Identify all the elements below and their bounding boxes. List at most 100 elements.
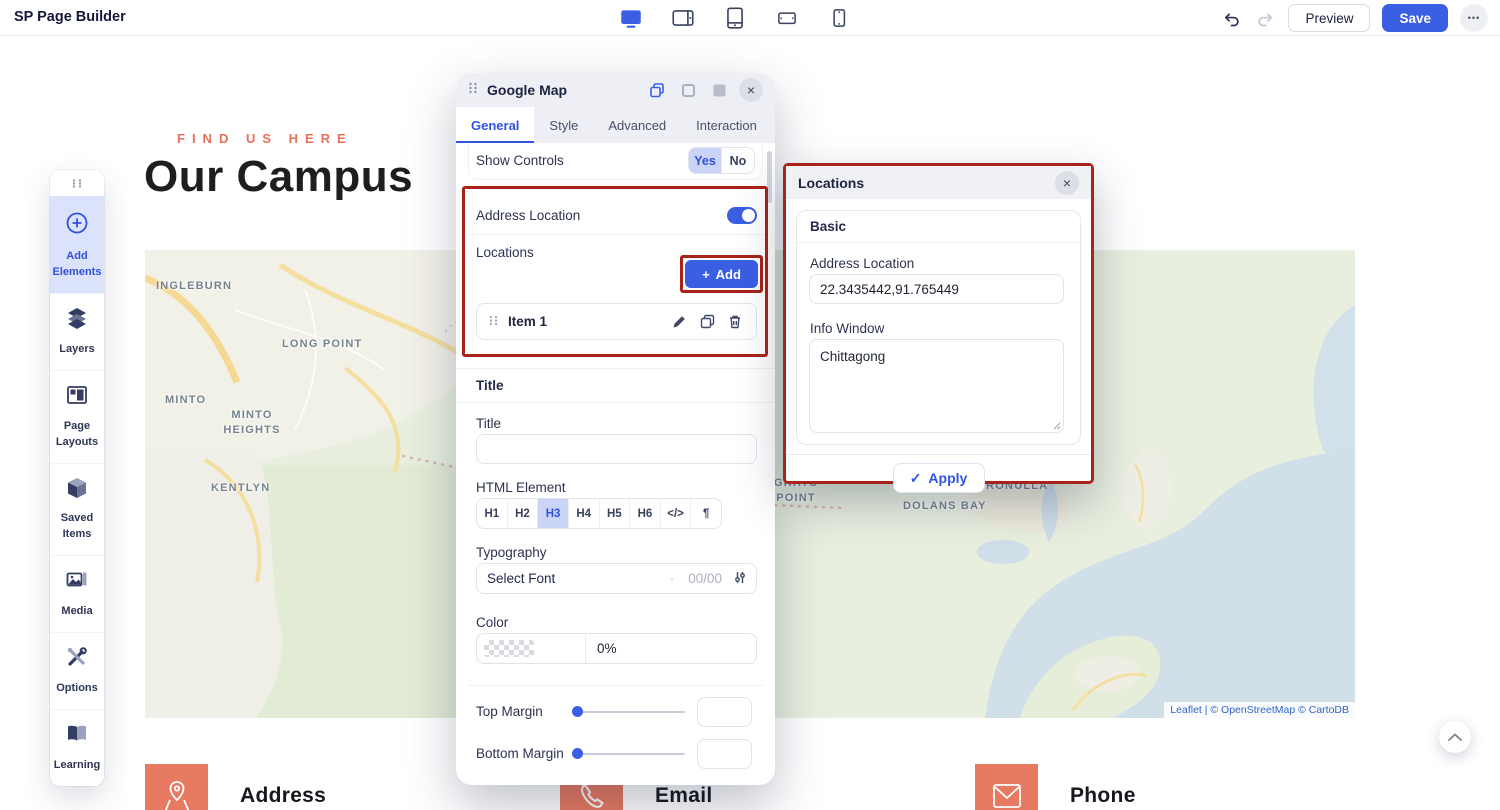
map-place-label: KENTLYN: [211, 482, 270, 494]
section-heading-title: Title: [476, 378, 504, 393]
add-location-button[interactable]: + Add: [685, 260, 758, 288]
sidebar-item-label: Saved Items: [52, 511, 102, 543]
envelope-icon: [975, 764, 1038, 810]
sidebar-item-label: Options: [56, 681, 98, 697]
sidebar-item-add-elements[interactable]: Add Elements: [50, 196, 104, 293]
typography-label: Typography: [476, 545, 547, 560]
scroll-to-top-button[interactable]: [1439, 721, 1471, 753]
modal-scrollbar[interactable]: [767, 151, 772, 203]
info-window-label: Info Window: [810, 321, 884, 336]
modal-tabs: General Style Advanced Interaction: [456, 107, 775, 143]
tab-general[interactable]: General: [456, 107, 534, 143]
tab-advanced[interactable]: Advanced: [593, 107, 681, 143]
html-el-code[interactable]: </>: [661, 499, 692, 528]
html-el-h5[interactable]: H5: [600, 499, 631, 528]
phone-portrait-icon[interactable]: [826, 5, 852, 31]
show-controls-no[interactable]: No: [722, 148, 754, 173]
more-options-button[interactable]: •••: [1460, 4, 1488, 32]
color-opacity-value[interactable]: 0%: [597, 641, 617, 656]
tablet-landscape-icon[interactable]: [670, 5, 696, 31]
title-field-label: Title: [476, 416, 501, 431]
google-map-settings-modal: Google Map × General Style Advanced Inte…: [456, 73, 775, 785]
float-window-icon[interactable]: [646, 79, 668, 101]
dock-left-icon[interactable]: [677, 79, 699, 101]
page: INGLEBURN LONG POINT MINTO MINTO HEIGHTS…: [0, 0, 1500, 810]
html-el-h3[interactable]: H3: [538, 499, 569, 528]
redo-icon[interactable]: [1254, 7, 1276, 29]
sidebar-item-media[interactable]: Media: [50, 555, 104, 632]
close-icon[interactable]: ×: [739, 78, 763, 102]
html-el-h2[interactable]: H2: [508, 499, 539, 528]
map-pin-icon: [145, 764, 208, 810]
image-icon: [66, 569, 88, 597]
sidebar-item-saved-items[interactable]: Saved Items: [50, 463, 104, 556]
sidebar-item-options[interactable]: Options: [50, 632, 104, 709]
show-controls-label: Show Controls: [476, 153, 564, 168]
bottom-margin-input[interactable]: [697, 739, 752, 769]
tab-style[interactable]: Style: [534, 107, 593, 143]
sidebar-item-learning[interactable]: Learning: [50, 709, 104, 786]
info-window-textarea[interactable]: Chittagong: [809, 339, 1064, 433]
page-title: Our Campus: [144, 152, 413, 202]
popup-address-label: Address Location: [810, 256, 914, 271]
font-size-value[interactable]: 00/00: [688, 571, 722, 586]
top-margin-slider[interactable]: [573, 711, 685, 713]
modal-header[interactable]: Google Map ×: [456, 73, 775, 107]
trash-icon[interactable]: [726, 313, 744, 331]
sidebar-item-layers[interactable]: Layers: [50, 293, 104, 370]
close-icon[interactable]: ×: [1055, 171, 1079, 195]
map-place-label: INGLEBURN: [156, 280, 232, 292]
undo-icon[interactable]: [1220, 7, 1242, 29]
dock-right-icon[interactable]: [708, 79, 730, 101]
html-element-selector: H1 H2 H3 H4 H5 H6 </> ¶: [476, 498, 722, 529]
bottom-margin-slider[interactable]: [573, 753, 685, 755]
desktop-icon[interactable]: [618, 5, 644, 31]
color-label: Color: [476, 615, 508, 630]
apply-button[interactable]: ✓ Apply: [893, 463, 985, 493]
location-item-row[interactable]: Item 1: [476, 303, 757, 340]
tablet-portrait-icon[interactable]: [722, 5, 748, 31]
sliders-icon[interactable]: [734, 571, 746, 587]
tab-interaction[interactable]: Interaction: [681, 107, 772, 143]
modal-title: Google Map: [487, 82, 637, 98]
html-el-h1[interactable]: H1: [477, 499, 508, 528]
phone-landscape-icon[interactable]: [774, 5, 800, 31]
html-el-h6[interactable]: H6: [630, 499, 661, 528]
address-location-switch[interactable]: [727, 207, 757, 224]
map-place-label: MINTO HEIGHTS: [213, 408, 291, 438]
layers-icon: [66, 307, 88, 335]
save-button[interactable]: Save: [1382, 4, 1448, 32]
typography-row[interactable]: Select Font · 00/00: [476, 563, 757, 594]
font-select[interactable]: Select Font: [487, 571, 555, 586]
drag-handle-icon[interactable]: [50, 170, 104, 196]
color-swatch-cell[interactable]: [477, 634, 586, 663]
sidebar-item-label: Add Elements: [52, 249, 102, 281]
map-place-label: MINTO: [165, 394, 206, 406]
sidebar-item-page-layouts[interactable]: Page Layouts: [50, 370, 104, 463]
tools-icon: [66, 646, 88, 674]
contact-card-phone: Phone: [975, 764, 1136, 810]
title-input[interactable]: [476, 434, 757, 464]
book-icon: [66, 723, 88, 751]
map-place-label: LONG POINT: [282, 338, 362, 350]
top-margin-input[interactable]: [697, 697, 752, 727]
edit-icon[interactable]: [670, 313, 688, 331]
map-attribution[interactable]: Leaflet | © OpenStreetMap © CartoDB: [1164, 702, 1355, 718]
html-el-h4[interactable]: H4: [569, 499, 600, 528]
basic-section-heading: Basic: [797, 211, 1080, 243]
location-form-card: Basic Address Location Info Window Chitt…: [796, 210, 1081, 445]
show-controls-yes[interactable]: Yes: [689, 148, 722, 173]
drag-handle-icon[interactable]: [468, 81, 478, 99]
preview-button[interactable]: Preview: [1288, 4, 1370, 32]
drag-handle-icon[interactable]: [489, 313, 498, 331]
contact-card-label: Email: [655, 784, 713, 808]
duplicate-icon[interactable]: [698, 313, 716, 331]
sidebar-item-label: Learning: [54, 758, 100, 774]
transparent-swatch[interactable]: [484, 640, 534, 657]
contact-card-address: Address: [145, 764, 326, 810]
address-location-input[interactable]: [809, 274, 1064, 304]
location-item-label: Item 1: [508, 314, 660, 329]
html-el-paragraph[interactable]: ¶: [691, 499, 721, 528]
popup-header[interactable]: Locations ×: [786, 166, 1091, 199]
cube-icon: [66, 477, 88, 505]
